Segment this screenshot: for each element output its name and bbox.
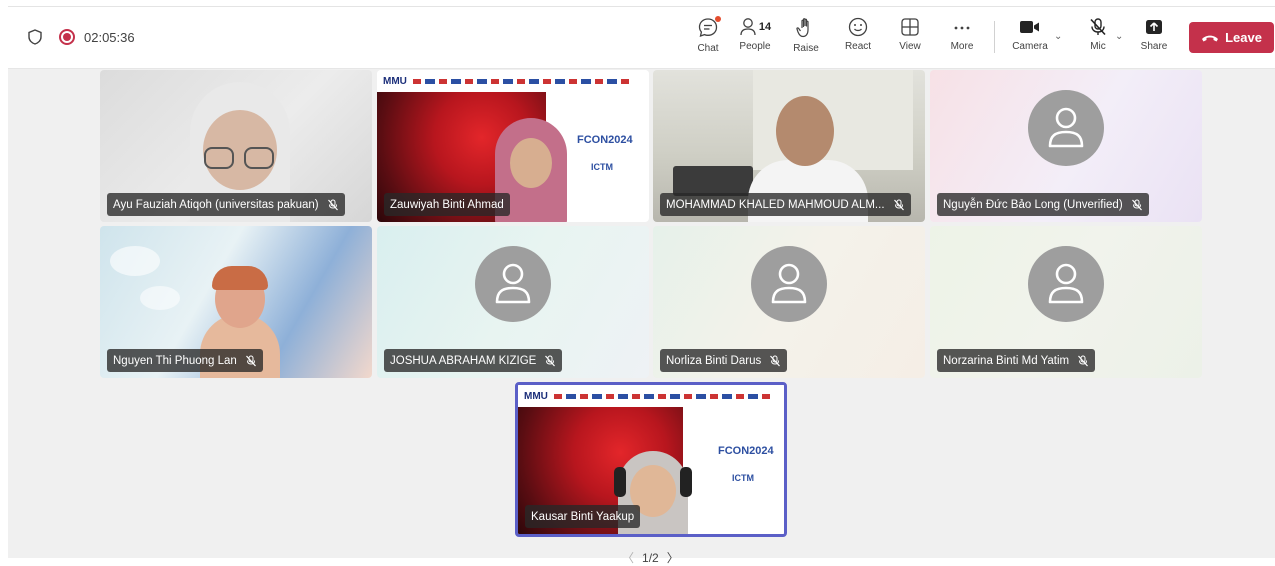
- mic-off-icon: [893, 199, 904, 210]
- meeting-timer: 02:05:36: [84, 30, 135, 45]
- raise-hand-icon: [796, 18, 809, 38]
- mic-off-icon: [1090, 18, 1106, 36]
- sponsor-logos: [413, 79, 633, 84]
- mic-off-icon: [770, 355, 781, 366]
- recording-indicator-icon: [59, 29, 75, 45]
- participant-name-label: Norliza Binti Darus: [660, 349, 788, 372]
- camera-button[interactable]: Camera: [1008, 17, 1052, 63]
- participant-name-label: Zauwiyah Binti Ahmad: [384, 193, 510, 216]
- leave-button[interactable]: Leave: [1189, 22, 1274, 53]
- avatar: [1028, 245, 1104, 322]
- more-button[interactable]: More: [944, 17, 980, 63]
- mmu-logo: MMU: [524, 391, 548, 402]
- participant-tile[interactable]: Nguyễn Đức Bảo Long (Unverified): [930, 70, 1202, 222]
- participant-tile[interactable]: Norliza Binti Darus: [653, 226, 925, 378]
- person-icon: [1048, 263, 1084, 304]
- camera-icon: [1020, 21, 1039, 33]
- mic-options-chevron-icon[interactable]: ⌄: [1115, 31, 1123, 42]
- avatar: [751, 245, 827, 322]
- mic-off-icon: [327, 199, 338, 210]
- people-button[interactable]: 14 People: [733, 17, 777, 63]
- mic-off-icon: [1131, 199, 1142, 210]
- participant-name-label: MOHAMMAD KHALED MAHMOUD ALM...: [660, 193, 911, 216]
- mic-off-icon: [1078, 355, 1089, 366]
- view-button[interactable]: View: [892, 17, 928, 63]
- sponsor-logos: [554, 394, 774, 399]
- participant-tile[interactable]: MOHAMMAD KHALED MAHMOUD ALM...: [653, 70, 925, 222]
- participant-name-label: Norzarina Binti Md Yatim: [937, 349, 1096, 372]
- chat-unread-dot: [715, 16, 721, 22]
- mmu-logo: MMU: [383, 76, 407, 87]
- avatar: [475, 245, 551, 322]
- camera-options-chevron-icon[interactable]: ⌄: [1054, 31, 1062, 42]
- shield-icon[interactable]: [28, 29, 42, 45]
- conference-title: FCON2024: [718, 445, 774, 457]
- emoji-icon: [848, 17, 868, 37]
- participant-name-label: JOSHUA ABRAHAM KIZIGE: [384, 349, 563, 372]
- mic-button[interactable]: Mic: [1078, 17, 1118, 63]
- org-logo: ICTM: [732, 473, 754, 483]
- conference-title: FCON2024: [577, 134, 633, 146]
- participant-name-label: Nguyễn Đức Bảo Long (Unverified): [937, 193, 1149, 216]
- avatar: [1028, 89, 1104, 166]
- participant-name-label: Kausar Binti Yaakup: [525, 505, 641, 528]
- hang-up-icon: [1202, 35, 1219, 41]
- participant-tile[interactable]: Nguyen Thi Phuong Lan: [100, 226, 372, 378]
- person-icon: [771, 263, 807, 304]
- person-icon: [1048, 107, 1084, 148]
- participant-name-label: Nguyen Thi Phuong Lan: [107, 349, 263, 372]
- participant-tile[interactable]: MMU FCON2024 ICTM Zauwiyah Binti Ahmad: [377, 70, 649, 222]
- chat-button[interactable]: Chat: [688, 16, 728, 63]
- mic-off-icon: [245, 355, 256, 366]
- toolbar-divider: [994, 21, 995, 53]
- people-count: 14: [758, 21, 772, 33]
- share-screen-icon: [1146, 20, 1162, 34]
- grid-view-icon: [901, 18, 919, 36]
- participant-tile[interactable]: JOSHUA ABRAHAM KIZIGE: [377, 226, 649, 378]
- people-icon: [740, 18, 756, 36]
- meeting-toolbar: 02:05:36 Chat 14 People Raise React View…: [8, 7, 1275, 69]
- react-button[interactable]: React: [840, 17, 876, 63]
- share-button[interactable]: Share: [1136, 17, 1172, 63]
- participant-tile-active-speaker[interactable]: MMU FCON2024 ICTM Kausar Binti Yaakup: [515, 382, 787, 537]
- headphones-icon: [614, 467, 626, 497]
- participant-tile[interactable]: Norzarina Binti Md Yatim: [930, 226, 1202, 378]
- raise-hand-button[interactable]: Raise: [788, 17, 824, 63]
- mic-off-icon: [545, 355, 556, 366]
- more-dots-icon: [954, 26, 970, 30]
- teams-meeting-window: 02:05:36 Chat 14 People Raise React View…: [8, 6, 1275, 565]
- org-logo: ICTM: [591, 162, 613, 172]
- participant-name-label: Ayu Fauziah Atiqoh (universitas pakuan): [107, 193, 345, 216]
- person-icon: [495, 263, 531, 304]
- participant-tile[interactable]: Ayu Fauziah Atiqoh (universitas pakuan): [100, 70, 372, 222]
